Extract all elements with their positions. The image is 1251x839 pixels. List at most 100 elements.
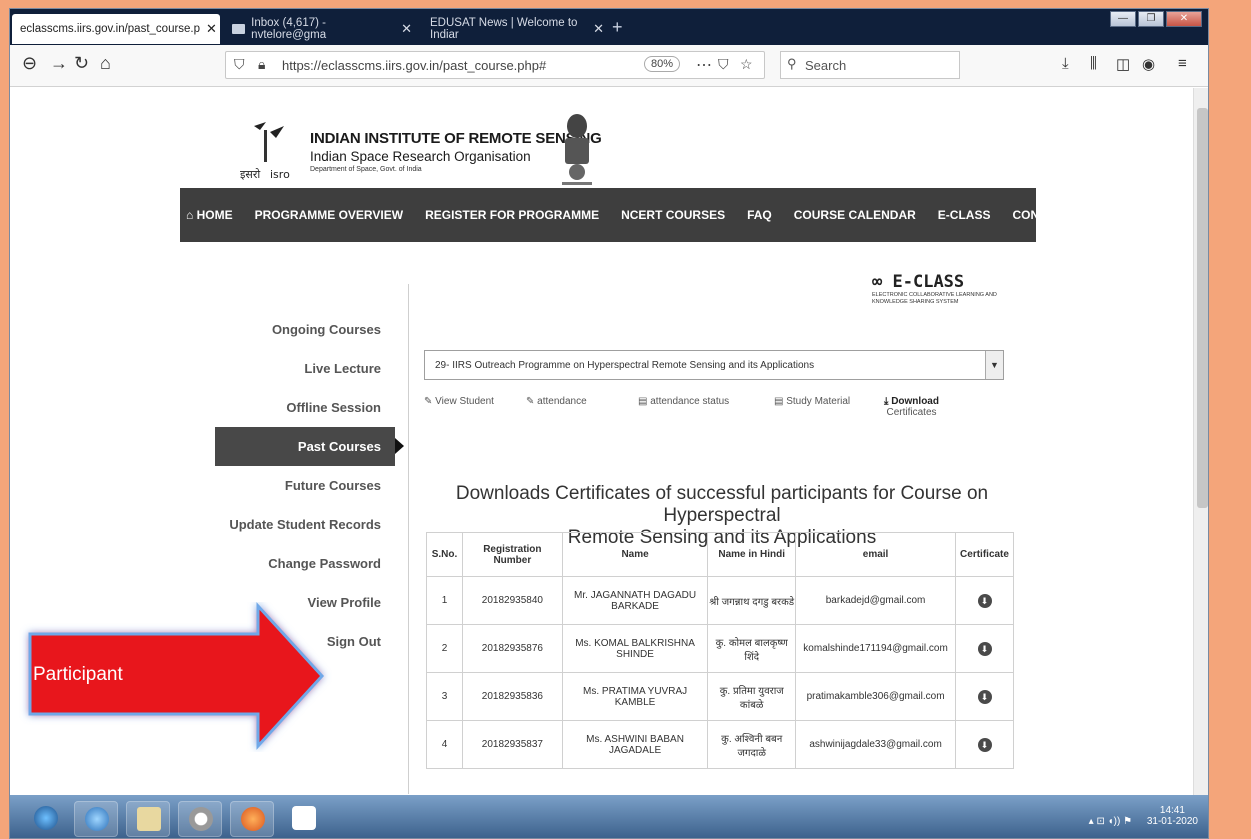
sidebar-icon[interactable]: ◫: [1116, 55, 1130, 73]
sidebar-item-offline-session[interactable]: Offline Session: [215, 388, 395, 427]
download-certificates-link[interactable]: ⤓ Download Certificates: [884, 396, 939, 418]
tab-label: EDUSAT News | Welcome to Indiar: [430, 17, 578, 41]
library-icon[interactable]: ⫼: [1090, 55, 1097, 72]
tab-edusat[interactable]: EDUSAT News | Welcome to Indiar ✕: [422, 14, 612, 44]
tab-inbox[interactable]: Inbox (4,617) - nvtelore@gma ✕: [224, 14, 420, 44]
download-icon[interactable]: ⤓: [1062, 55, 1069, 72]
menu-icon[interactable]: ≡: [1178, 55, 1187, 72]
pocket-icon[interactable]: ⛉: [718, 56, 729, 73]
url-bar[interactable]: ⛉ 🔒︎ https://eclasscms.iirs.gov.in/past_…: [225, 51, 765, 79]
cell-sno: 1: [426, 576, 463, 625]
nav-e-class[interactable]: E-CLASS: [938, 208, 991, 222]
nav-home[interactable]: ⌂ HOME: [186, 208, 233, 222]
list-icon: ▤: [774, 396, 787, 407]
infinity-icon: ∞: [872, 272, 883, 292]
taskbar-opera[interactable]: [178, 801, 222, 837]
cell-certificate: ⬇: [955, 624, 1014, 673]
close-window-icon[interactable]: ✕: [1166, 11, 1202, 27]
link-label: attendance: [537, 396, 587, 407]
extension-icon[interactable]: ◉: [1142, 55, 1155, 73]
ie-icon: [85, 807, 109, 831]
download-certificate-icon[interactable]: ⬇: [977, 689, 992, 704]
home-icon: ⌂: [186, 208, 197, 222]
nav-contact[interactable]: CONTACT: [1012, 208, 1070, 222]
course-select[interactable]: 29- IIRS Outreach Programme on Hyperspec…: [424, 350, 1004, 380]
cell-email: komalshinde171194@gmail.com: [795, 624, 957, 673]
attendance-status-link[interactable]: ▤ attendance status: [638, 396, 729, 407]
cell-email: ashwinijagdale33@gmail.com: [795, 720, 957, 769]
search-input[interactable]: ⚲ Search: [780, 51, 960, 79]
bookmark-star-icon[interactable]: ☆: [740, 56, 753, 73]
cell-name-hindi: श्री जगन्नाथ दगडु बरकडे: [707, 576, 797, 625]
windows-logo-icon: [34, 806, 58, 830]
zoom-level[interactable]: 80%: [644, 56, 681, 72]
tab-past-course[interactable]: eclasscms.iirs.gov.in/past_course.p ✕: [12, 14, 220, 44]
chevron-down-icon[interactable]: ▼: [985, 351, 1003, 379]
download-certificate-icon[interactable]: ⬇: [977, 737, 992, 752]
sidebar-item-future-courses[interactable]: Future Courses: [215, 466, 395, 505]
close-tab-icon[interactable]: ✕: [593, 21, 604, 37]
nav-programme-overview[interactable]: PROGRAMME OVERVIEW: [255, 208, 403, 222]
new-tab-icon[interactable]: +: [612, 17, 623, 38]
col-sno: S.No.: [426, 532, 463, 577]
maximize-icon[interactable]: ❐: [1138, 11, 1164, 27]
link-label: Certificates: [886, 407, 937, 418]
clock-time: 14:41: [1159, 805, 1185, 816]
taskbar-explorer[interactable]: [126, 801, 170, 837]
col-email: email: [795, 532, 957, 577]
sidebar-item-change-password[interactable]: Change Password: [215, 544, 395, 583]
cell-registration: 20182935840: [461, 576, 563, 625]
cell-name-hindi: कु. कोमल बालकृष्ण शिंदे: [707, 624, 797, 673]
more-icon[interactable]: ⋯: [696, 55, 712, 75]
back-icon[interactable]: ⊖: [22, 53, 37, 74]
scrollbar-thumb[interactable]: [1197, 108, 1208, 508]
browser-toolbar: ⊖ → ↻ ⌂ ⛉ 🔒︎ https://eclasscms.iirs.gov.…: [10, 45, 1208, 87]
cell-registration: 20182935837: [461, 720, 563, 769]
site-navigation: ⌂ HOME PROGRAMME OVERVIEW REGISTER FOR P…: [180, 188, 1144, 242]
start-button[interactable]: [24, 801, 68, 837]
tab-bar: eclasscms.iirs.gov.in/past_course.p ✕ Inb…: [10, 9, 1208, 45]
taskbar-ie[interactable]: [74, 801, 118, 837]
nav-course-calendar[interactable]: COURSE CALENDAR: [794, 208, 916, 222]
home-icon[interactable]: ⌂: [100, 53, 111, 74]
nav-faq[interactable]: FAQ: [747, 208, 772, 222]
search-placeholder: Search: [805, 58, 847, 73]
national-emblem: [562, 114, 592, 185]
windows-taskbar: ▴ ⊡ ◖)) ⚑ 14:41 31-01-2020: [10, 795, 1208, 838]
tray-icons[interactable]: ▴ ⊡ ◖)) ⚑: [1089, 816, 1132, 827]
sidebar-item-ongoing-courses[interactable]: Ongoing Courses: [215, 310, 395, 349]
cell-name: Ms. KOMAL BALKRISHNA SHINDE: [561, 624, 709, 673]
page-title-line-1: Downloads Certificates of successful par…: [455, 483, 989, 526]
page-scrollbar[interactable]: [1193, 88, 1208, 795]
eclass-logo-text: E-CLASS: [892, 272, 965, 292]
table-row: 2 20182935876 Ms. KOMAL BALKRISHNA SHIND…: [426, 624, 1014, 673]
url-text: https://eclasscms.iirs.gov.in/past_cours…: [282, 58, 547, 73]
taskbar-firefox[interactable]: [230, 801, 274, 837]
download-certificate-icon[interactable]: ⬇: [977, 641, 992, 656]
cell-name: Ms. ASHWINI BABAN JAGADALE: [561, 720, 709, 769]
close-tab-icon[interactable]: ✕: [401, 21, 412, 37]
reload-icon[interactable]: ↻: [74, 53, 89, 74]
minimize-icon[interactable]: —: [1110, 11, 1136, 27]
tab-label: eclasscms.iirs.gov.in/past_course.p: [20, 23, 201, 35]
taskbar-brave[interactable]: [282, 801, 326, 837]
view-student-link[interactable]: ✎ View Student: [424, 396, 494, 407]
eclass-logo: ∞ E-CLASS ELECTRONIC COLLABORATIVE LEARN…: [872, 272, 1002, 306]
sidebar-item-live-lecture[interactable]: Live Lecture: [215, 349, 395, 388]
download-certificate-icon[interactable]: ⬇: [977, 593, 992, 608]
sidebar-item-past-courses[interactable]: Past Courses: [215, 427, 404, 466]
isro-logo: इसरो isro: [240, 122, 290, 181]
study-material-link[interactable]: ▤ Study Material: [774, 396, 850, 407]
forward-icon[interactable]: →: [50, 53, 68, 74]
nav-logout[interactable]: LOGOUT: [1092, 208, 1143, 222]
attendance-link[interactable]: ✎ attendance: [526, 396, 587, 407]
cell-certificate: ⬇: [955, 720, 1014, 769]
col-name: Name: [561, 532, 709, 577]
sidebar-item-update-student-records[interactable]: Update Student Records: [215, 505, 395, 544]
course-select-value: 29- IIRS Outreach Programme on Hyperspec…: [435, 360, 815, 371]
table-row: 4 20182935837 Ms. ASHWINI BABAN JAGADALE…: [426, 720, 1014, 769]
nav-register[interactable]: REGISTER FOR PROGRAMME: [425, 208, 599, 222]
nav-ncert-courses[interactable]: NCERT COURSES: [621, 208, 725, 222]
close-tab-icon[interactable]: ✕: [206, 21, 217, 37]
cell-name-hindi: कु. अश्विनी बबन जगदाळे: [707, 720, 797, 769]
